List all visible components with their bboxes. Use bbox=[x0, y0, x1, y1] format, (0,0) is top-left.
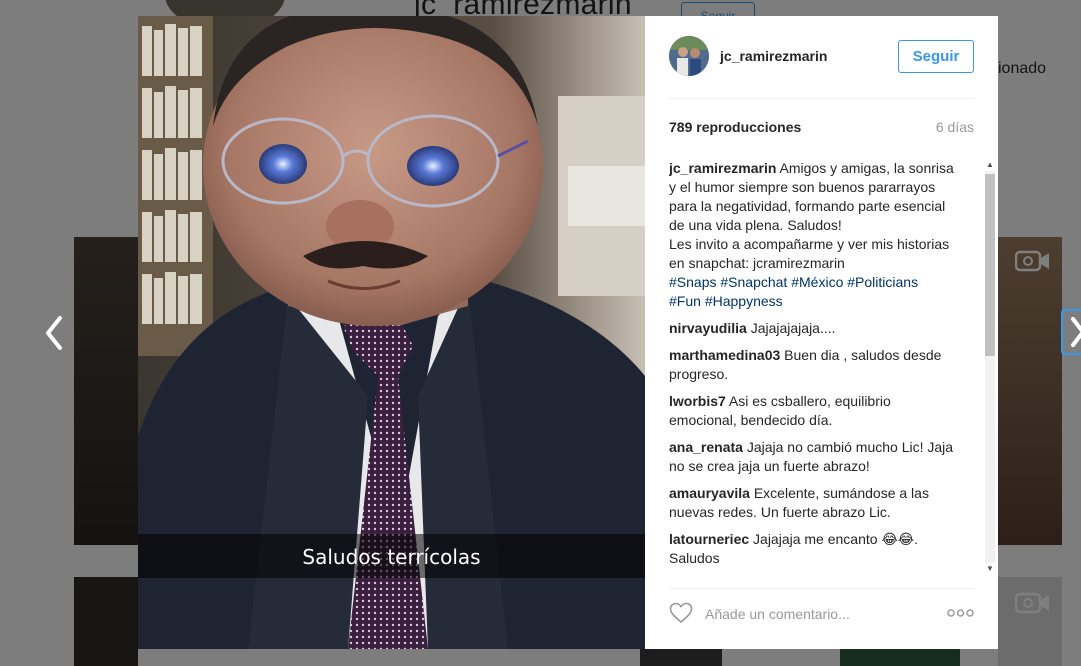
post-username[interactable]: jc_ramirezmarin bbox=[720, 48, 827, 64]
comment-username[interactable]: marthamedina03 bbox=[669, 347, 780, 363]
scroll-thumb[interactable] bbox=[985, 174, 995, 356]
comments-scrollbar[interactable]: ▲ ▼ bbox=[982, 157, 996, 577]
view-count: 789 reproducciones bbox=[669, 119, 802, 135]
comment-username[interactable]: lworbis7 bbox=[669, 393, 726, 409]
divider bbox=[669, 588, 974, 589]
comment-username[interactable]: latourneriec bbox=[669, 531, 749, 547]
hashtag[interactable]: #Snapchat bbox=[720, 274, 787, 290]
caption-username[interactable]: jc_ramirezmarin bbox=[669, 160, 776, 176]
avatar-image bbox=[669, 36, 709, 76]
comment-item: lworbis7 Asi es csballero, equilibrio em… bbox=[669, 392, 955, 430]
chevron-left-icon[interactable] bbox=[38, 312, 70, 354]
comment-bar bbox=[669, 599, 974, 629]
comments-list[interactable]: jc_ramirezmarin Amigos y amigas, la sonr… bbox=[669, 159, 955, 581]
post-modal: Saludos terrícolas jc_ramirezmarin Segui… bbox=[138, 16, 998, 649]
post-sidebar: jc_ramirezmarin Seguir 789 reproduccione… bbox=[645, 16, 998, 649]
hashtag[interactable]: #Happyness bbox=[705, 293, 783, 309]
comment-item: nirvayudilia Jajajajajaja.... bbox=[669, 319, 955, 338]
comment-username[interactable]: ana_renata bbox=[669, 439, 743, 455]
more-options-icon[interactable] bbox=[947, 607, 974, 619]
chevron-right-icon bbox=[1071, 317, 1081, 347]
comment-item: marthamedina03 Buen dia , saludos desde … bbox=[669, 346, 955, 384]
post-caption: jc_ramirezmarin Amigos y amigas, la sonr… bbox=[669, 159, 955, 311]
comment-input[interactable] bbox=[705, 601, 925, 627]
caption-text-2: Les invito a acompañarme y ver mis histo… bbox=[669, 236, 950, 271]
scroll-down-arrow-icon[interactable]: ▼ bbox=[985, 563, 995, 575]
hashtag[interactable]: #Fun bbox=[669, 293, 701, 309]
comment-item: ana_renata Jajaja no cambió mucho Lic! J… bbox=[669, 438, 955, 476]
next-post-button[interactable] bbox=[1061, 309, 1081, 355]
comment-item: amauryavila Excelente, sumándose a las n… bbox=[669, 484, 955, 522]
scroll-up-arrow-icon[interactable]: ▲ bbox=[985, 159, 995, 171]
comment-username[interactable]: amauryavila bbox=[669, 485, 750, 501]
post-time[interactable]: 6 días bbox=[936, 119, 974, 135]
follow-button[interactable]: Seguir bbox=[898, 40, 974, 73]
avatar[interactable] bbox=[669, 36, 709, 76]
post-header: jc_ramirezmarin Seguir bbox=[645, 16, 998, 98]
video-caption: Saludos terrícolas bbox=[302, 545, 481, 569]
comment-text: Jajajajajaja.... bbox=[746, 320, 836, 336]
hashtag[interactable]: #Snaps bbox=[669, 274, 716, 290]
heart-icon[interactable] bbox=[669, 602, 693, 624]
post-video[interactable]: Saludos terrícolas bbox=[138, 16, 645, 649]
hashtag[interactable]: #México bbox=[791, 274, 843, 290]
divider bbox=[669, 98, 974, 99]
post-stats: 789 reproducciones 6 días bbox=[669, 119, 974, 135]
comment-item: latourneriec Jajajaja me encanto 😂😂. Sal… bbox=[669, 530, 955, 568]
hashtag[interactable]: #Politicians bbox=[847, 274, 918, 290]
comment-username[interactable]: nirvayudilia bbox=[669, 320, 747, 336]
